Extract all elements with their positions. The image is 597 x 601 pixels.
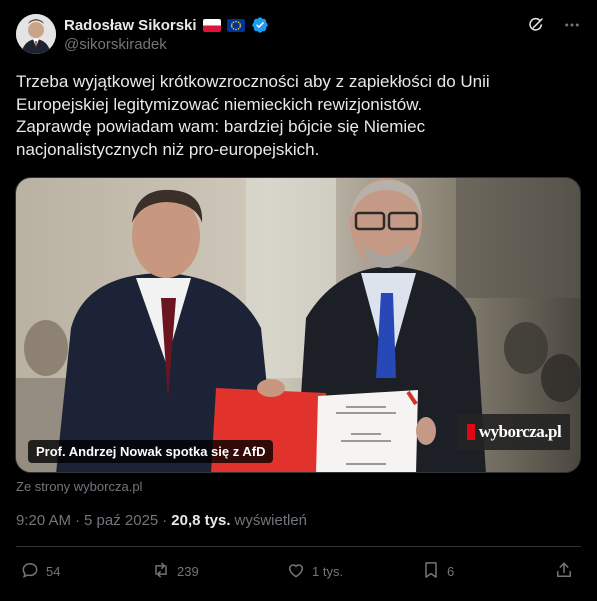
heart-icon bbox=[286, 560, 306, 583]
tweet-meta: 9:20 AM · 5 paź 2025 · 20,8 tys. wyświet… bbox=[16, 512, 307, 529]
author-name-row[interactable]: Radosław Sikorski bbox=[64, 15, 269, 35]
tweet-text: Trzeba wyjątkowej krótkowzroczności aby … bbox=[16, 72, 490, 159]
bookmark-count: 6 bbox=[447, 563, 455, 579]
repost-button[interactable]: 239 bbox=[151, 559, 199, 583]
poland-flag-icon bbox=[202, 18, 221, 32]
repost-icon bbox=[151, 560, 171, 583]
link-source[interactable]: Ze strony wyborcza.pl bbox=[16, 479, 142, 494]
bookmark-button[interactable]: 6 bbox=[421, 559, 454, 583]
link-card-image[interactable]: wyborcza.pl Prof. Andrzej Nowak spotka s… bbox=[15, 177, 581, 473]
views-label: wyświetleń bbox=[234, 512, 308, 529]
repost-count: 239 bbox=[177, 563, 199, 579]
avatar[interactable] bbox=[16, 14, 56, 54]
meta-dot: · bbox=[162, 512, 168, 529]
tweet-actions-bar: 54 239 1 tys. 6 bbox=[16, 559, 581, 585]
reply-button[interactable]: 54 bbox=[20, 559, 60, 583]
wyborcza-logo: wyborcza.pl bbox=[458, 414, 570, 450]
share-icon bbox=[554, 560, 574, 583]
more-options-icon[interactable] bbox=[563, 16, 581, 34]
author-display-name[interactable]: Radosław Sikorski bbox=[64, 17, 197, 34]
bookmark-icon bbox=[421, 560, 441, 583]
tweet-date[interactable]: 5 paź 2025 bbox=[84, 512, 158, 529]
wyborcza-logo-text: wyborcza.pl bbox=[478, 422, 562, 441]
share-button[interactable] bbox=[554, 559, 574, 583]
divider bbox=[16, 546, 581, 547]
eu-flag-icon bbox=[226, 18, 245, 32]
verified-badge-icon[interactable] bbox=[251, 16, 269, 34]
tweet-time[interactable]: 9:20 AM bbox=[16, 512, 71, 529]
meta-separator: · bbox=[75, 512, 81, 529]
tweet-top-actions bbox=[527, 16, 581, 34]
tweet[interactable]: Radosław Sikorski @sikorskiradek Trzeba … bbox=[0, 0, 597, 601]
reply-count: 54 bbox=[46, 563, 61, 579]
wyborcza-logo-mark bbox=[466, 424, 475, 440]
like-button[interactable]: 1 tys. bbox=[286, 559, 343, 583]
views-count: 20,8 tys. bbox=[171, 512, 231, 529]
like-count: 1 tys. bbox=[312, 563, 344, 579]
link-card-caption[interactable]: Prof. Andrzej Nowak spotka się z AfD bbox=[28, 440, 274, 463]
reply-icon bbox=[20, 560, 40, 583]
author-handle[interactable]: @sikorskiradek bbox=[64, 36, 167, 53]
grok-icon[interactable] bbox=[527, 16, 545, 34]
